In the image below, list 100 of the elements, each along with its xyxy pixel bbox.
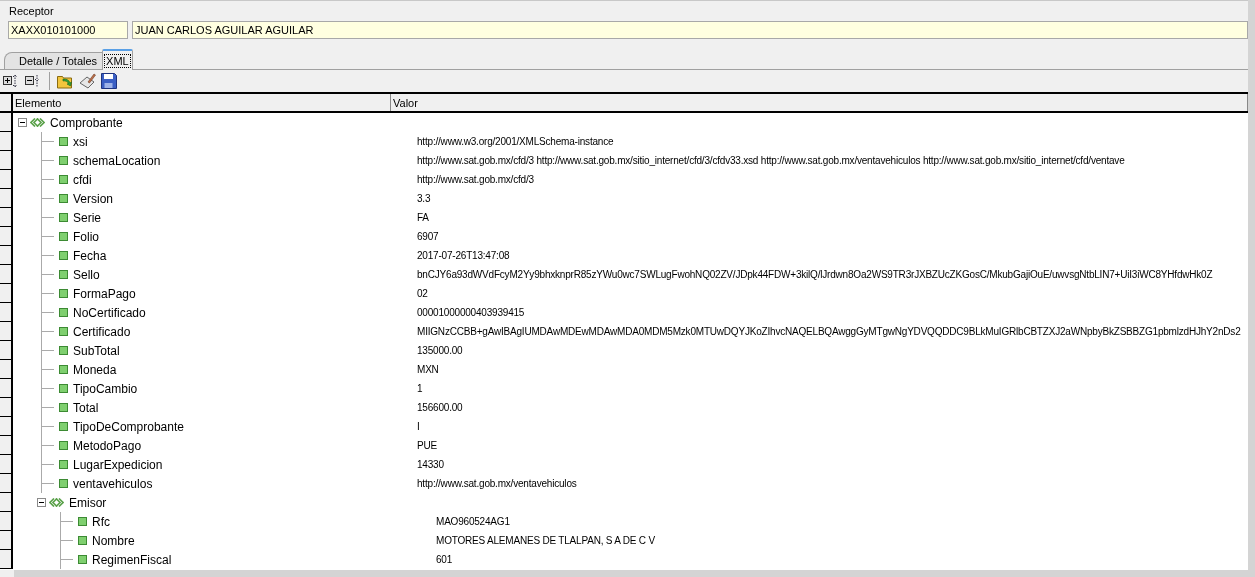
element-name[interactable]: Comprobante xyxy=(50,115,123,130)
row-header[interactable] xyxy=(0,322,13,341)
attribute-name[interactable]: Total xyxy=(73,400,99,415)
tree-connector-line xyxy=(41,417,55,436)
attribute-icon xyxy=(59,270,68,279)
eraser-icon[interactable] xyxy=(79,73,96,89)
row-header[interactable] xyxy=(0,379,13,398)
element-icon xyxy=(30,118,45,127)
row-header[interactable] xyxy=(0,189,13,208)
attribute-icon xyxy=(78,555,87,564)
attribute-value: MOTORES ALEMANES DE TLALPAN, S A DE C V xyxy=(436,535,655,546)
row-header[interactable] xyxy=(0,227,13,246)
attribute-name[interactable]: TipoDeComprobante xyxy=(73,419,184,434)
tree-connector-line xyxy=(60,531,74,550)
row-header[interactable] xyxy=(0,246,13,265)
row-header[interactable] xyxy=(0,512,13,531)
attribute-name[interactable]: Sello xyxy=(73,267,100,282)
save-icon[interactable] xyxy=(101,73,117,89)
row-header[interactable] xyxy=(0,531,13,550)
vertical-scrollbar[interactable] xyxy=(1248,0,1255,577)
tab[interactable]: XML xyxy=(102,49,133,70)
attribute-name[interactable]: Nombre xyxy=(92,533,135,548)
attribute-icon xyxy=(59,384,68,393)
attribute-name[interactable]: Moneda xyxy=(73,362,117,377)
collapse-toggle-icon[interactable] xyxy=(37,498,46,507)
attribute-value: 6907 xyxy=(417,231,439,242)
attribute-value: 2017-07-26T13:47:08 xyxy=(417,250,510,261)
attribute-name[interactable]: TipoCambio xyxy=(73,381,138,396)
attribute-value: 14330 xyxy=(417,459,444,470)
attribute-icon xyxy=(59,346,68,355)
attribute-name[interactable]: SubTotal xyxy=(73,343,120,358)
attribute-value: I xyxy=(417,421,420,432)
attribute-value: http://www.sat.gob.mx/cfd/3 http://www.sat.gob.mx/sitio_internet/cfd/3/cfdv33.xsd http://www.sat.gob.mx/ventavehiculos http://www.sat.gob.mx/sitio_internet/cfd/ventave xyxy=(417,155,1125,166)
row-header[interactable] xyxy=(0,417,13,436)
open-folder-icon[interactable] xyxy=(57,73,74,89)
tab[interactable]: Detalle / Totales xyxy=(4,52,105,69)
row-header[interactable] xyxy=(0,436,13,455)
row-header[interactable] xyxy=(0,151,13,170)
attribute-icon xyxy=(59,232,68,241)
receptor-label: Receptor xyxy=(8,4,55,19)
horizontal-scrollbar[interactable] xyxy=(14,570,1248,577)
attribute-name[interactable]: NoCertificado xyxy=(73,305,146,320)
row-header[interactable] xyxy=(0,303,13,322)
attribute-icon xyxy=(59,403,68,412)
attribute-name[interactable]: Rfc xyxy=(92,514,110,529)
attribute-icon xyxy=(59,289,68,298)
tree-connector-line xyxy=(41,227,55,246)
row-header[interactable] xyxy=(0,493,13,512)
tree-connector-line xyxy=(60,512,74,531)
tree-connector-line xyxy=(41,379,55,398)
attribute-name[interactable]: Fecha xyxy=(73,248,107,263)
attribute-name[interactable]: Version xyxy=(73,191,114,206)
tree-connector-line xyxy=(41,436,55,455)
tree-connector-line xyxy=(41,208,55,227)
tree-connector-line xyxy=(41,474,55,493)
attribute-name[interactable]: ventavehiculos xyxy=(73,476,153,491)
attribute-name[interactable]: cfdi xyxy=(73,172,92,187)
column-header[interactable]: Elemento xyxy=(13,94,391,111)
attribute-name[interactable]: Serie xyxy=(73,210,101,225)
attribute-value: FA xyxy=(417,212,429,223)
attribute-value: MAO960524AG1 xyxy=(436,516,510,527)
attribute-name[interactable]: schemaLocation xyxy=(73,153,161,168)
collapse-toggle-icon[interactable] xyxy=(18,118,27,127)
attribute-icon xyxy=(59,422,68,431)
rfc-field[interactable]: XAXX010101000 xyxy=(8,21,128,39)
tree-connector-line xyxy=(41,132,55,151)
row-header[interactable] xyxy=(0,398,13,417)
attribute-name[interactable]: RegimenFiscal xyxy=(92,552,172,567)
attribute-name[interactable]: MetodoPago xyxy=(73,438,142,453)
row-header[interactable] xyxy=(0,208,13,227)
attribute-icon xyxy=(59,194,68,203)
attribute-value: 00001000000403939415 xyxy=(417,307,525,318)
attribute-value: 02 xyxy=(417,288,428,299)
row-header[interactable] xyxy=(0,341,13,360)
attribute-name[interactable]: FormaPago xyxy=(73,286,136,301)
tree-connector-line xyxy=(41,151,55,170)
tree-connector-line xyxy=(41,398,55,417)
row-header[interactable] xyxy=(0,474,13,493)
attribute-value: http://www.w3.org/2001/XMLSchema-instance xyxy=(417,136,614,147)
attribute-name[interactable]: LugarExpedicion xyxy=(73,457,163,472)
attribute-name[interactable]: xsi xyxy=(73,134,88,149)
row-header[interactable] xyxy=(0,550,13,569)
attribute-value: PUE xyxy=(417,440,437,451)
attribute-value: MIIGNzCCBB+gAwIBAgIUMDAwMDEwMDAwMDA0MDM5Mzk0MTUwDQYJKoZIhvcNAQELBQAwggGyMTgwNgYDVQQDDC9BLkMuIGRlbCBTZXJ2aWNpbyBkZSBBZG1pbmlzdHJhY2nDs2 xyxy=(417,326,1241,337)
element-name[interactable]: Emisor xyxy=(69,495,107,510)
attribute-value: http://www.sat.gob.mx/cfd/3 xyxy=(417,174,534,185)
attribute-name[interactable]: Certificado xyxy=(73,324,131,339)
attribute-value: 601 xyxy=(436,554,453,565)
attribute-name[interactable]: Folio xyxy=(73,229,99,244)
attribute-value: bnCJY6a93dWVdFcyM2Yy9bhxknprR85zYWu0wc7SWLugFwohNQ02ZV/JDpk44FDW+3kilQ/lJrdwn8Oa2WS9TR3rJXBZUcZKGosC/MkubGajiOuE/uwvsgNtbLIN7+UiI3iWC8YHfdwHk0Z xyxy=(417,269,1213,280)
attribute-value: http://www.sat.gob.mx/ventavehiculos xyxy=(417,478,577,489)
row-header[interactable] xyxy=(0,170,13,189)
tree-connector-line xyxy=(60,550,74,569)
row-header[interactable] xyxy=(0,113,13,132)
row-header[interactable] xyxy=(0,455,13,474)
row-header[interactable] xyxy=(0,132,13,151)
name-field[interactable]: JUAN CARLOS AGUILAR AGUILAR xyxy=(132,21,1248,39)
row-header[interactable] xyxy=(0,265,13,284)
row-header[interactable] xyxy=(0,360,13,379)
row-header[interactable] xyxy=(0,284,13,303)
